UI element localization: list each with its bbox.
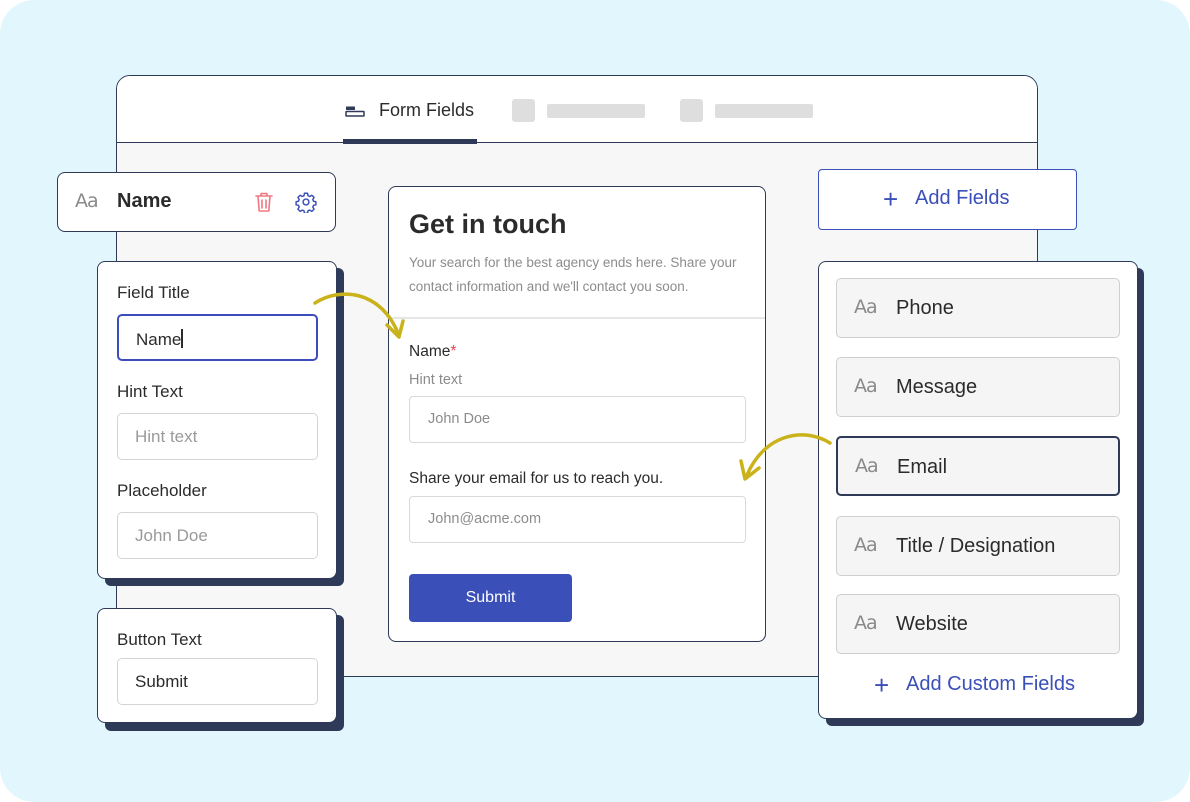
trash-icon[interactable]	[254, 191, 274, 213]
name-input[interactable]: John Doe	[409, 396, 746, 443]
field-type-title-designation[interactable]: Aa Title / Designation	[836, 516, 1120, 576]
hint-text-input[interactable]: Hint text	[117, 413, 318, 460]
placeholder-value: John Doe	[135, 526, 208, 545]
plus-icon: +	[883, 184, 899, 214]
divider	[389, 317, 765, 319]
placeholder-input[interactable]: John Doe	[117, 512, 318, 559]
name-input-placeholder: John Doe	[428, 411, 491, 427]
hint-text-label: Hint Text	[117, 382, 183, 401]
placeholder-tab-label[interactable]	[715, 104, 813, 118]
field-type-email[interactable]: Aa Email	[836, 436, 1120, 496]
curved-arrow-icon	[739, 433, 832, 481]
name-field-hint: Hint text	[409, 372, 463, 388]
field-settings-panel: Field Title Name Hint Text Hint text Pla…	[97, 261, 337, 579]
name-field-label: Name*	[409, 343, 456, 361]
curved-arrow-icon	[313, 292, 405, 339]
add-fields-label: Add Fields	[915, 187, 1010, 209]
field-type-phone[interactable]: Aa Phone	[836, 278, 1120, 338]
form-fields-icon	[345, 106, 365, 117]
tab-label: Form Fields	[379, 100, 475, 120]
form-preview: Get in touch Your search for the best ag…	[388, 186, 766, 642]
form-title: Get in touch	[409, 209, 567, 239]
gear-icon[interactable]	[295, 191, 317, 213]
button-text-value: Submit	[135, 672, 188, 691]
active-tab-indicator	[343, 139, 477, 144]
field-type-label: Phone	[896, 297, 954, 319]
tab-form-fields[interactable]: Form Fields	[343, 76, 477, 144]
placeholder-tab-icon[interactable]	[680, 99, 703, 122]
canvas-background: Form Fields Aa Name Field Title Name Hin…	[0, 0, 1190, 802]
text-field-icon: Aa	[855, 455, 879, 477]
email-input[interactable]: John@acme.com	[409, 496, 746, 543]
field-types-panel: Aa Phone Aa Message Aa Email Aa Title / …	[818, 261, 1138, 719]
placeholder-tab-icon[interactable]	[512, 99, 535, 122]
email-input-placeholder: John@acme.com	[428, 511, 542, 527]
text-field-icon: Aa	[854, 375, 878, 397]
placeholder-tab-label[interactable]	[547, 104, 645, 118]
field-type-label: Website	[896, 613, 968, 635]
selected-field-header[interactable]: Aa Name	[57, 172, 336, 232]
field-type-label: Email	[897, 456, 948, 478]
field-title-value: Name	[136, 330, 182, 349]
submit-button[interactable]: Submit	[409, 574, 572, 622]
form-description: Your search for the best agency ends her…	[409, 255, 737, 294]
text-field-icon: Aa	[854, 296, 878, 318]
text-field-icon: Aa	[854, 534, 878, 556]
field-type-label: Title / Designation	[896, 535, 1056, 557]
add-fields-button[interactable]: + Add Fields	[818, 169, 1077, 230]
button-settings-panel: Button Text Submit	[97, 608, 337, 723]
button-text-label: Button Text	[117, 630, 202, 649]
hint-text-placeholder: Hint text	[135, 427, 198, 446]
text-caret	[181, 329, 183, 348]
field-type-label: Message	[896, 376, 978, 398]
name-label-text: Name	[409, 343, 451, 360]
field-type-message[interactable]: Aa Message	[836, 357, 1120, 417]
window-header: Form Fields	[117, 76, 1037, 144]
field-type-website[interactable]: Aa Website	[836, 594, 1120, 654]
required-marker: *	[450, 343, 457, 360]
field-title-input[interactable]: Name	[117, 314, 318, 361]
text-field-icon: Aa	[854, 612, 878, 634]
plus-icon: +	[874, 670, 890, 700]
field-name-label: Name	[117, 190, 172, 212]
add-custom-fields-label: Add Custom Fields	[906, 673, 1075, 695]
text-field-icon: Aa	[75, 190, 99, 212]
email-field-label: Share your email for us to reach you.	[409, 470, 664, 487]
button-text-input[interactable]: Submit	[117, 658, 318, 705]
placeholder-label: Placeholder	[117, 481, 207, 500]
field-title-label: Field Title	[117, 283, 190, 302]
